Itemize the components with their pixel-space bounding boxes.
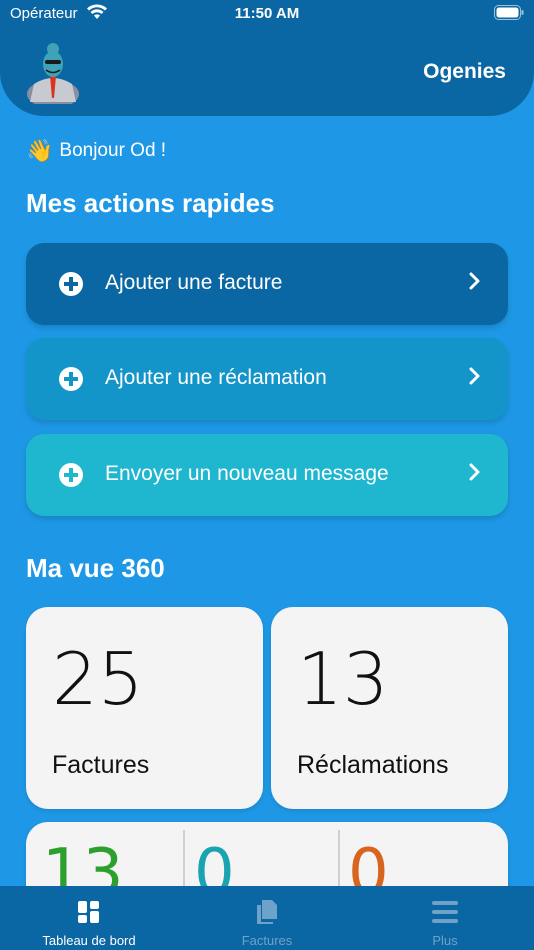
complaints-label: Réclamations: [297, 751, 449, 779]
tab-dashboard[interactable]: Tableau de bord: [0, 886, 178, 950]
tab-more[interactable]: Plus: [356, 886, 534, 950]
tab-label: Tableau de bord: [42, 933, 136, 948]
status-time: 11:50 AM: [234, 5, 300, 22]
waving-hand-icon: 👋: [26, 138, 54, 163]
action-label: Ajouter une réclamation: [105, 366, 327, 389]
battery-icon: [494, 5, 524, 20]
header: Opérateur 11:50 AM Ogenies: [0, 0, 534, 116]
chevron-right-icon: [469, 272, 480, 290]
greeting-text: Bonjour Od !: [59, 140, 167, 161]
add-invoice-button[interactable]: Ajouter une facture: [26, 243, 508, 325]
tab-label: Plus: [432, 933, 458, 948]
plus-circle-icon: [59, 463, 83, 487]
chevron-right-icon: [469, 463, 480, 481]
tab-bar: Tableau de bord Factures Plus: [0, 886, 534, 950]
screen: Opérateur 11:50 AM Ogenies 👋 Bonjour Od …: [0, 0, 534, 950]
action-label: Ajouter une facture: [105, 271, 283, 294]
invoices-count: 25: [52, 637, 144, 721]
complaints-card[interactable]: 13 Réclamations: [271, 607, 508, 809]
tab-invoices[interactable]: Factures: [178, 886, 356, 950]
status-bar: Opérateur 11:50 AM: [0, 0, 534, 30]
tab-label: Factures: [241, 933, 293, 948]
plus-circle-icon: [59, 272, 83, 296]
vue360-title: Ma vue 360: [26, 553, 165, 583]
plus-circle-icon: [59, 367, 83, 391]
dashboard-icon: [78, 901, 99, 923]
add-complaint-button[interactable]: Ajouter une réclamation: [26, 338, 508, 420]
quick-actions-title: Mes actions rapides: [26, 188, 275, 218]
invoices-label: Factures: [52, 751, 150, 779]
action-label: Envoyer un nouveau message: [105, 462, 389, 485]
menu-icon: [432, 901, 458, 923]
greeting: 👋 Bonjour Od !: [26, 138, 166, 164]
invoices-card[interactable]: 25 Factures: [26, 607, 263, 809]
genie-avatar: [27, 43, 79, 104]
documents-icon: [257, 900, 277, 924]
send-message-button[interactable]: Envoyer un nouveau message: [26, 434, 508, 516]
complaints-count: 13: [297, 637, 389, 721]
app-title: Ogenies: [423, 60, 506, 83]
chevron-right-icon: [469, 367, 480, 385]
